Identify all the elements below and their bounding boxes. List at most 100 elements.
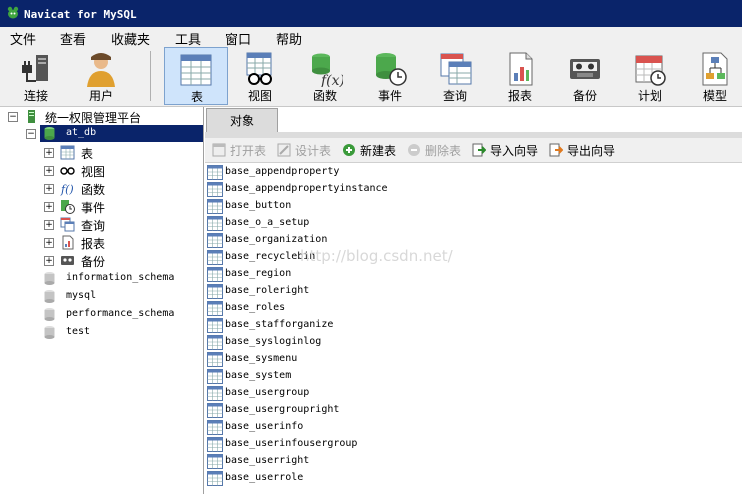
table-icon [180, 54, 212, 86]
menu-window[interactable]: 窗口 [225, 29, 251, 48]
tree-item-backups[interactable]: + 备份 [44, 252, 194, 269]
toolbar-label: 查询 [442, 89, 467, 103]
connection-label: 统一权限管理平台 [45, 111, 142, 125]
table-icon [207, 182, 223, 197]
menu-help[interactable]: 帮助 [276, 29, 302, 48]
toolbar-event-button[interactable]: 事件 [359, 47, 421, 105]
expand-toggle[interactable]: + [44, 184, 54, 194]
toolbar-report-button[interactable]: 报表 [489, 47, 551, 105]
database-label: mysql [66, 290, 97, 301]
menu-favorites[interactable]: 收藏夹 [111, 29, 150, 48]
database-icon [44, 308, 55, 321]
table-icon [207, 403, 223, 418]
tree-item-label: 查询 [81, 219, 106, 233]
tree-item-reports[interactable]: + 报表 [44, 234, 194, 251]
table-icon [207, 165, 223, 180]
expand-toggle[interactable]: + [44, 166, 54, 176]
table-icon [207, 420, 223, 435]
view-icon [246, 52, 272, 85]
toolbar-model-button[interactable]: 模型 [684, 47, 742, 105]
design-table-label: 设计表 [295, 144, 332, 158]
table-name: base_roleright [225, 285, 310, 296]
tree-connection[interactable]: − 统一权限管理平台 [8, 108, 198, 125]
report-icon [509, 52, 533, 86]
menu-file[interactable]: 文件 [10, 29, 36, 48]
export-wizard-label: 导出向导 [567, 144, 616, 158]
toolbar-connection-button[interactable]: 连接 [5, 47, 67, 105]
tree-database[interactable]: information_schema [26, 270, 196, 287]
table-name: base_o_a_setup [225, 217, 310, 228]
table-name: base_organization [225, 234, 328, 245]
navicat-logo-icon [7, 6, 19, 19]
view-icon [60, 167, 75, 175]
design-table-icon [277, 143, 291, 157]
toolbar-label: 模型 [702, 89, 727, 103]
toolbar-separator [150, 51, 151, 101]
expand-toggle[interactable]: + [44, 238, 54, 248]
expand-toggle[interactable]: + [44, 148, 54, 158]
navigation-tree: − 统一权限管理平台 − at_db + 表 + 视图 + f() 函数 + 事… [0, 107, 204, 494]
watermark-text: http://blog.csdn.net/ [300, 247, 453, 265]
table-icon [207, 386, 223, 401]
table-name: base_roles [225, 302, 286, 313]
toolbar-backup-button[interactable]: 备份 [554, 47, 616, 105]
new-table-label: 新建表 [360, 144, 397, 158]
tree-item-views[interactable]: + 视图 [44, 162, 194, 179]
table-name: base_userrole [225, 472, 304, 483]
open-table-icon [212, 143, 226, 157]
tree-database[interactable]: performance_schema [26, 306, 196, 323]
toolbar-label: 备份 [572, 89, 597, 103]
tree-item-label: 备份 [81, 255, 106, 269]
backup-icon [570, 59, 600, 79]
tree-item-tables[interactable]: + 表 [44, 144, 194, 161]
toolbar-function-button[interactable]: f(x) 函数 [294, 47, 356, 105]
tree-database-selected[interactable]: − at_db [26, 125, 203, 142]
svg-text:f(x): f(x) [320, 73, 343, 87]
function-icon: f(x) [312, 53, 343, 87]
table-icon [207, 352, 223, 367]
tree-item-functions[interactable]: + f() 函数 [44, 180, 194, 197]
tree-item-label: 视图 [81, 165, 106, 179]
open-table-label: 打开表 [230, 144, 267, 158]
database-icon [44, 127, 55, 140]
toolbar-label: 计划 [637, 89, 662, 103]
table-icon [207, 250, 223, 265]
tree-item-label: 函数 [81, 183, 106, 197]
toolbar-user-button[interactable]: 用户 [70, 47, 132, 105]
tree-item-label: 事件 [81, 201, 106, 215]
tree-database[interactable]: test [26, 324, 196, 341]
tree-item-events[interactable]: + 事件 [44, 198, 194, 215]
toolbar-label: 事件 [377, 89, 402, 103]
database-label: information_schema [66, 272, 175, 283]
table-icon [207, 216, 223, 231]
main-toolbar: 连接 用户 表 视图 f(x) 函数 事件 查询 报表 备份 计划 模型 [0, 47, 742, 107]
expand-toggle[interactable]: + [44, 202, 54, 212]
table-icon [207, 233, 223, 248]
database-icon [44, 326, 55, 339]
toolbar-schedule-button[interactable]: 计划 [619, 47, 681, 105]
toolbar-view-button[interactable]: 视图 [229, 47, 291, 105]
table-icon [207, 369, 223, 384]
tab-objects[interactable]: 对象 [206, 108, 278, 133]
collapse-toggle[interactable]: − [26, 129, 36, 139]
tree-item-label: 报表 [81, 237, 106, 251]
expand-toggle[interactable]: + [44, 220, 54, 230]
report-icon [62, 235, 74, 250]
import-icon [472, 143, 486, 157]
table-name: base_button [225, 200, 292, 211]
query-icon [60, 217, 75, 232]
table-icon [207, 318, 223, 333]
toolbar-table-button[interactable]: 表 [164, 47, 228, 105]
delete-icon [408, 144, 420, 156]
menu-bar: 文件 查看 收藏夹 工具 窗口 帮助 [0, 27, 742, 48]
expand-toggle[interactable]: + [44, 256, 54, 266]
tree-item-queries[interactable]: + 查询 [44, 216, 194, 233]
function-icon: f() [60, 183, 74, 196]
toolbar-query-button[interactable]: 查询 [424, 47, 486, 105]
collapse-toggle[interactable]: − [8, 112, 18, 122]
toolbar-label: 用户 [88, 89, 113, 103]
menu-tools[interactable]: 工具 [175, 29, 201, 48]
menu-view[interactable]: 查看 [60, 29, 86, 48]
tree-database[interactable]: mysql [26, 288, 196, 305]
import-wizard-label: 导入向导 [490, 144, 539, 158]
